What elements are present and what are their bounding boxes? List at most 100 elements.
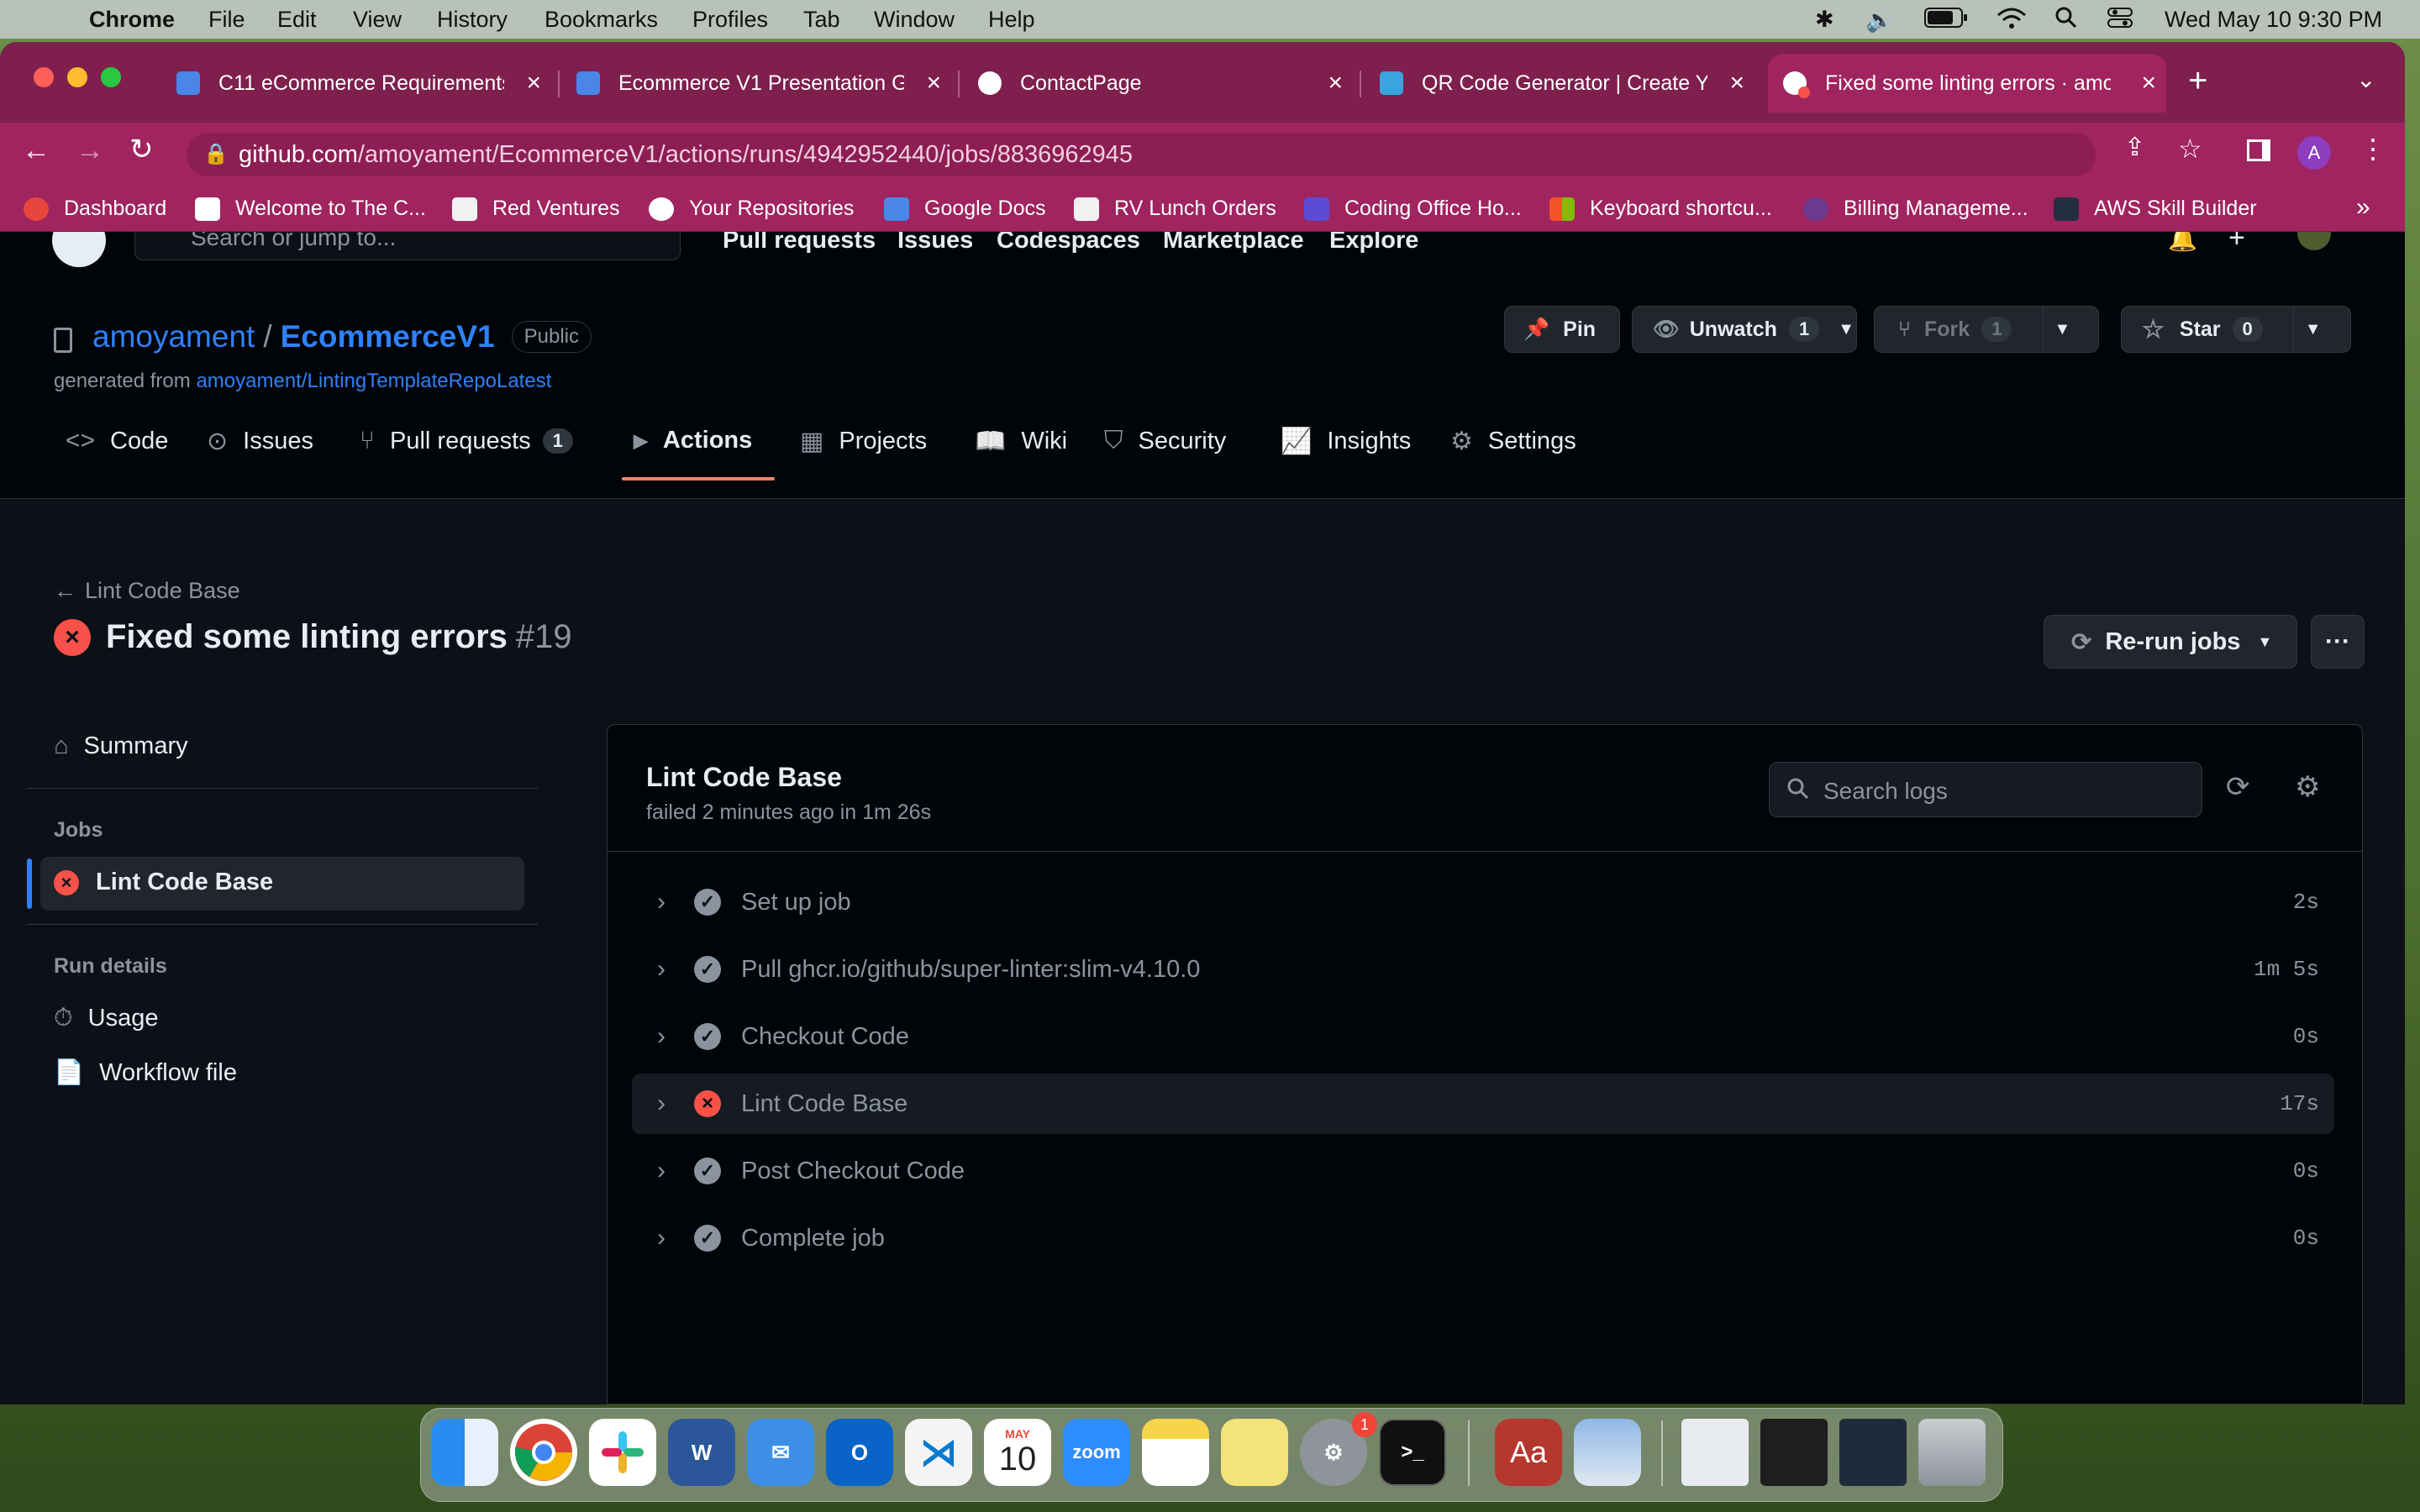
repo-owner-link[interactable]: amoyament bbox=[92, 319, 255, 354]
nav-insights[interactable]: 📈 Insights bbox=[1281, 427, 1411, 456]
trash-icon[interactable] bbox=[1918, 1419, 1986, 1486]
nav-settings[interactable]: ⚙ Settings bbox=[1450, 427, 1576, 456]
notifications-bell-icon[interactable]: 🔔 bbox=[2168, 232, 2197, 253]
nav-code[interactable]: <> Code bbox=[66, 427, 168, 455]
chrome-icon[interactable] bbox=[510, 1419, 577, 1486]
address-bar[interactable]: 🔒 github.com/amoyament/EcommerceV1/actio… bbox=[187, 133, 2096, 176]
mail-icon[interactable]: ✉ bbox=[747, 1419, 814, 1486]
tab-contactpage[interactable]: ContactPage × bbox=[966, 54, 1353, 113]
sidebar-summary[interactable]: ⌂ Summary bbox=[54, 732, 188, 760]
profile-avatar[interactable]: A bbox=[2297, 136, 2331, 170]
new-tab-icon[interactable]: + bbox=[2188, 62, 2207, 100]
nav-wiki[interactable]: 📖 Wiki bbox=[975, 427, 1067, 456]
minimized-window-vscode[interactable] bbox=[1839, 1419, 1907, 1486]
pin-button[interactable]: 📌 Pin bbox=[1504, 306, 1620, 353]
reload-icon[interactable]: ↻ bbox=[129, 133, 154, 166]
global-search-input[interactable]: Search or jump to... bbox=[134, 232, 681, 260]
menu-clock[interactable]: Wed May 10 9:30 PM bbox=[2165, 7, 2382, 33]
zoom-window-button[interactable] bbox=[101, 67, 121, 87]
nav-security[interactable]: ⛉ Security bbox=[1104, 427, 1226, 455]
tab-search-chevron-icon[interactable]: ⌄ bbox=[2356, 66, 2375, 93]
tab-requirements[interactable]: C11 eCommerce Requirements × bbox=[165, 54, 551, 113]
sidebar-usage[interactable]: ⏱ Usage bbox=[54, 1005, 158, 1032]
bluetooth-icon[interactable]: ✱ bbox=[1815, 7, 1834, 33]
forward-arrow-icon[interactable]: → bbox=[76, 134, 104, 167]
outlook-icon[interactable]: O bbox=[826, 1419, 893, 1486]
header-link-issues[interactable]: Issues bbox=[897, 232, 973, 253]
preview-icon[interactable] bbox=[1574, 1419, 1641, 1486]
menu-history[interactable]: History bbox=[437, 7, 508, 33]
unwatch-button[interactable]: 👁 Unwatch 1 ▼ bbox=[1632, 306, 1857, 353]
minimized-window-terminal[interactable] bbox=[1760, 1419, 1828, 1486]
header-link-marketplace[interactable]: Marketplace bbox=[1163, 232, 1304, 253]
control-center-icon[interactable] bbox=[2107, 7, 2133, 34]
tab-github-run[interactable]: Fixed some linting errors · amo × bbox=[1768, 54, 2166, 113]
caret-down-icon[interactable]: ▼ bbox=[2054, 320, 2070, 339]
menu-tab[interactable]: Tab bbox=[803, 7, 840, 33]
header-link-pull-requests[interactable]: Pull requests bbox=[723, 232, 876, 253]
dictionary-icon[interactable]: Aa bbox=[1495, 1419, 1562, 1486]
menu-edit[interactable]: Edit bbox=[277, 7, 317, 33]
template-repo-link[interactable]: amoyament/LintingTemplateRepoLatest bbox=[196, 370, 551, 392]
battery-icon[interactable] bbox=[1924, 7, 1968, 34]
menu-app-name[interactable]: Chrome bbox=[89, 7, 175, 33]
bookmark-welcome[interactable]: Welcome to The C... bbox=[195, 197, 426, 221]
nav-issues[interactable]: ⊙ Issues bbox=[207, 427, 313, 456]
step-lint-code-base[interactable]: › × Lint Code Base 17s bbox=[632, 1074, 2334, 1134]
calendar-icon[interactable]: MAY 10 bbox=[984, 1419, 1051, 1486]
caret-down-icon[interactable]: ▼ bbox=[2305, 320, 2322, 339]
share-icon[interactable]: ⇪ bbox=[2124, 133, 2145, 162]
menu-profiles[interactable]: Profiles bbox=[692, 7, 768, 33]
nav-projects[interactable]: ▦ Projects bbox=[800, 427, 927, 456]
bookmark-red-ventures[interactable]: Red Ventures bbox=[452, 197, 620, 221]
rerun-jobs-button[interactable]: ⟳ Re-run jobs ▼ bbox=[2044, 615, 2297, 669]
menu-window[interactable]: Window bbox=[874, 7, 955, 33]
stickies-icon[interactable] bbox=[1221, 1419, 1288, 1486]
caret-down-icon[interactable]: ▼ bbox=[1838, 320, 1854, 339]
menu-view[interactable]: View bbox=[353, 7, 402, 33]
bookmark-aws[interactable]: AWS Skill Builder bbox=[2054, 197, 2257, 221]
close-tab-icon[interactable]: × bbox=[526, 69, 541, 97]
close-tab-icon[interactable]: × bbox=[926, 69, 941, 97]
create-new-icon[interactable]: + bbox=[2228, 232, 2245, 255]
bookmark-dashboard[interactable]: Dashboard bbox=[24, 197, 166, 221]
sidebar-workflow-file[interactable]: 📄 Workflow file bbox=[54, 1058, 237, 1087]
volume-icon[interactable]: 🔊 bbox=[1865, 7, 1894, 34]
menu-help[interactable]: Help bbox=[988, 7, 1035, 33]
chrome-menu-icon[interactable]: ⋮ bbox=[2360, 133, 2386, 165]
nav-pull-requests[interactable]: ⑂ Pull requests 1 bbox=[360, 427, 573, 455]
refresh-icon[interactable]: ⟳ bbox=[2226, 770, 2250, 804]
github-logo-icon[interactable] bbox=[52, 232, 106, 267]
bookmark-office-hours[interactable]: Coding Office Ho... bbox=[1304, 197, 1522, 221]
step-complete-job[interactable]: › ✓ Complete job 0s bbox=[632, 1208, 2334, 1268]
terminal-icon[interactable]: >_ bbox=[1379, 1419, 1446, 1486]
close-tab-icon[interactable]: × bbox=[1729, 69, 1744, 97]
spotlight-search-icon[interactable] bbox=[2055, 7, 2077, 34]
back-arrow-icon[interactable]: ← bbox=[22, 134, 50, 167]
wifi-icon[interactable] bbox=[1996, 7, 2027, 36]
notes-icon[interactable] bbox=[1142, 1419, 1209, 1486]
step-checkout-code[interactable]: › ✓ Checkout Code 0s bbox=[632, 1006, 2334, 1067]
bookmark-billing[interactable]: Billing Manageme... bbox=[1803, 197, 2028, 221]
more-options-button[interactable]: ··· bbox=[2311, 615, 2365, 669]
minimized-window-chrome[interactable] bbox=[1681, 1419, 1749, 1486]
tab-qr-generator[interactable]: QR Code Generator | Create Yo × bbox=[1368, 54, 1754, 113]
settings-gear-icon[interactable]: ⚙ bbox=[2295, 770, 2320, 804]
bookmark-keyboard-shortcuts[interactable]: Keyboard shortcu... bbox=[1549, 197, 1772, 221]
bookmark-lunch-orders[interactable]: RV Lunch Orders bbox=[1074, 197, 1276, 221]
menu-file[interactable]: File bbox=[208, 7, 245, 33]
step-set-up-job[interactable]: › ✓ Set up job 2s bbox=[632, 872, 2334, 932]
zoom-icon[interactable]: zoom bbox=[1063, 1419, 1130, 1486]
lock-icon[interactable]: 🔒 bbox=[203, 133, 229, 176]
search-logs-input[interactable]: Search logs bbox=[1769, 762, 2202, 817]
step-pull-image[interactable]: › ✓ Pull ghcr.io/github/super-linter:sli… bbox=[632, 939, 2334, 1000]
nav-actions[interactable]: ▶ Actions bbox=[634, 427, 752, 454]
bookmark-repositories[interactable]: Your Repositories bbox=[649, 197, 854, 221]
close-tab-icon[interactable]: × bbox=[2141, 69, 2156, 97]
repo-name-link[interactable]: EcommerceV1 bbox=[281, 319, 495, 354]
bookmark-star-icon[interactable]: ☆ bbox=[2178, 133, 2202, 165]
tab-presentation[interactable]: Ecommerce V1 Presentation Gu × bbox=[565, 54, 951, 113]
minimize-window-button[interactable] bbox=[67, 67, 87, 87]
close-window-button[interactable] bbox=[34, 67, 54, 87]
slack-icon[interactable] bbox=[589, 1419, 656, 1486]
